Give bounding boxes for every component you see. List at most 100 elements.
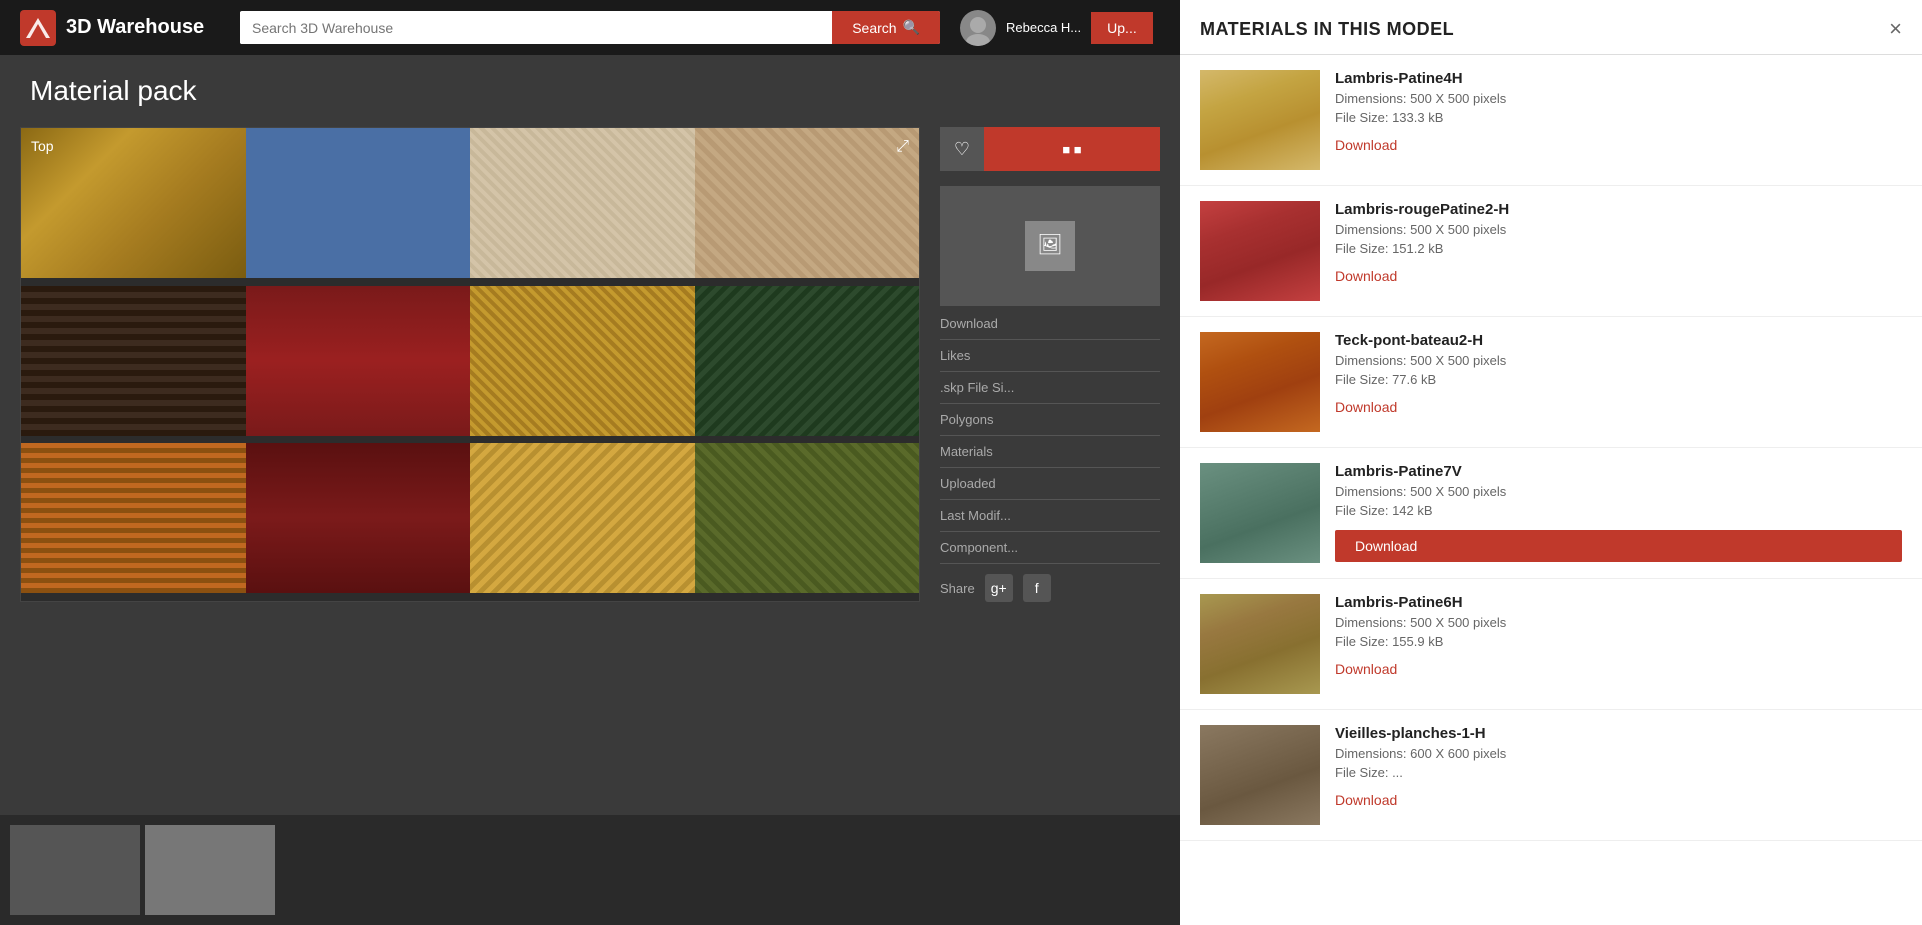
material-info-vieilles: Vieilles-planches-1-H Dimensions: 600 X … xyxy=(1335,725,1902,808)
materials-panel-header: MATERIALS IN THIS MODEL × xyxy=(1180,0,1922,55)
material-name-lambris4h: Lambris-Patine4H xyxy=(1335,70,1902,87)
material-size-teck: File Size: 77.6 kB xyxy=(1335,372,1902,387)
search-icon: 🔍 xyxy=(903,19,920,36)
material-thumb-lambris7v xyxy=(1200,463,1320,563)
components-stat-label: Component... xyxy=(940,540,1018,555)
main-content: Material pack Top ⤢ xyxy=(0,55,1180,925)
swatch-7[interactable] xyxy=(470,286,695,436)
material-item-lambris4h: Lambris-Patine4H Dimensions: 500 X 500 p… xyxy=(1180,55,1922,186)
materials-panel: MATERIALS IN THIS MODEL × Lambris-Patine… xyxy=(1180,0,1922,925)
material-dims-lambris7v: Dimensions: 500 X 500 pixels xyxy=(1335,484,1902,499)
download-button-lambris7v[interactable]: Download xyxy=(1335,530,1902,562)
material-name-lambris7v: Lambris-Patine7V xyxy=(1335,463,1902,480)
favorite-button[interactable]: ♡ xyxy=(940,127,984,171)
bottom-thumbnails xyxy=(0,815,1180,925)
material-dims-lambris4h: Dimensions: 500 X 500 pixels xyxy=(1335,91,1902,106)
stat-polygons: Polygons xyxy=(940,412,1160,436)
material-size-lambris7v: File Size: 142 kB xyxy=(1335,503,1902,518)
material-info-lambris4h: Lambris-Patine4H Dimensions: 500 X 500 p… xyxy=(1335,70,1902,153)
google-share-icon[interactable]: g+ xyxy=(985,574,1013,602)
share-row: Share g+ f xyxy=(940,574,1160,602)
material-item-lambris7v: Lambris-Patine7V Dimensions: 500 X 500 p… xyxy=(1180,448,1922,579)
expand-button[interactable]: ⤢ xyxy=(896,138,909,156)
close-materials-panel-button[interactable]: × xyxy=(1889,18,1902,40)
material-info-lambris-rouge: Lambris-rougePatine2-H Dimensions: 500 X… xyxy=(1335,201,1902,284)
uploaded-stat-label: Uploaded xyxy=(940,476,996,491)
material-size-lambris-rouge: File Size: 151.2 kB xyxy=(1335,241,1902,256)
user-name: Rebecca H... xyxy=(1006,20,1081,35)
model-viewer: Top ⤢ xyxy=(20,127,920,602)
logo-area: 3D Warehouse xyxy=(20,10,240,46)
swatch-11[interactable] xyxy=(470,443,695,593)
swatch-6[interactable] xyxy=(246,286,471,436)
material-info-lambris6h: Lambris-Patine6H Dimensions: 500 X 500 p… xyxy=(1335,594,1902,677)
sidebar-stats: Download Likes .skp File Si... Polygons … xyxy=(940,316,1160,564)
user-area: Rebecca H... Up... xyxy=(960,10,1153,46)
likes-stat-label: Likes xyxy=(940,348,970,363)
material-name-vieilles: Vieilles-planches-1-H xyxy=(1335,725,1902,742)
swatch-8[interactable] xyxy=(695,286,920,436)
materials-panel-title: MATERIALS IN THIS MODEL xyxy=(1200,19,1454,40)
swatch-2[interactable] xyxy=(246,128,471,278)
swatch-12[interactable] xyxy=(695,443,920,593)
upload-button[interactable]: Up... xyxy=(1091,12,1153,44)
material-thumb-teck xyxy=(1200,332,1320,432)
material-item-teck: Teck-pont-bateau2-H Dimensions: 500 X 50… xyxy=(1180,317,1922,448)
thumb-2[interactable] xyxy=(145,825,275,915)
viewer-label: Top xyxy=(31,138,54,154)
download-button-lambris4h[interactable]: Download xyxy=(1335,137,1902,153)
download-button-lambris-rouge[interactable]: Download xyxy=(1335,268,1902,284)
logo-text: 3D Warehouse xyxy=(66,16,204,39)
swatch-9[interactable] xyxy=(21,443,246,593)
last-modified-stat-label: Last Modif... xyxy=(940,508,1011,523)
thumb-1[interactable] xyxy=(10,825,140,915)
material-thumb-vieilles xyxy=(1200,725,1320,825)
swatch-10[interactable] xyxy=(246,443,471,593)
materials-stat-label: Materials xyxy=(940,444,993,459)
material-size-lambris4h: File Size: 133.3 kB xyxy=(1335,110,1902,125)
page-title: Material pack xyxy=(30,75,1150,107)
swatch-4[interactable] xyxy=(695,128,920,278)
material-item-lambris6h: Lambris-Patine6H Dimensions: 500 X 500 p… xyxy=(1180,579,1922,710)
download-button-teck[interactable]: Download xyxy=(1335,399,1902,415)
search-input[interactable] xyxy=(240,12,832,44)
material-name-lambris-rouge: Lambris-rougePatine2-H xyxy=(1335,201,1902,218)
stat-last-modified: Last Modif... xyxy=(940,508,1160,532)
download-button-lambris6h[interactable]: Download xyxy=(1335,661,1902,677)
material-item-lambris-rouge: Lambris-rougePatine2-H Dimensions: 500 X… xyxy=(1180,186,1922,317)
material-size-lambris6h: File Size: 155.9 kB xyxy=(1335,634,1902,649)
material-thumb-lambris-rouge xyxy=(1200,201,1320,301)
search-button[interactable]: Search 🔍 xyxy=(832,11,940,44)
sidebar-preview-image: 🖼 xyxy=(940,186,1160,306)
avatar xyxy=(960,10,996,46)
sidebar-panel: ♡ ■ ■ 🖼 Download Likes .skp File Si... xyxy=(940,127,1160,602)
material-name-lambris6h: Lambris-Patine6H xyxy=(1335,594,1902,611)
stat-likes: Likes xyxy=(940,348,1160,372)
stat-materials: Materials xyxy=(940,444,1160,468)
material-thumb-lambris4h xyxy=(1200,70,1320,170)
material-info-lambris7v: Lambris-Patine7V Dimensions: 500 X 500 p… xyxy=(1335,463,1902,562)
download-button-vieilles[interactable]: Download xyxy=(1335,792,1902,808)
material-dims-teck: Dimensions: 500 X 500 pixels xyxy=(1335,353,1902,368)
share-label: Share xyxy=(940,581,975,596)
logo-icon xyxy=(20,10,56,46)
material-name-teck: Teck-pont-bateau2-H xyxy=(1335,332,1902,349)
stat-components: Component... xyxy=(940,540,1160,564)
facebook-share-icon[interactable]: f xyxy=(1023,574,1051,602)
search-bar: Search 🔍 xyxy=(240,11,940,44)
polygons-stat-label: Polygons xyxy=(940,412,993,427)
swatch-1[interactable] xyxy=(21,128,246,278)
material-dims-lambris-rouge: Dimensions: 500 X 500 pixels xyxy=(1335,222,1902,237)
content-area: Top ⤢ ♡ xyxy=(0,117,1180,612)
material-info-teck: Teck-pont-bateau2-H Dimensions: 500 X 50… xyxy=(1335,332,1902,415)
material-dims-lambris6h: Dimensions: 500 X 500 pixels xyxy=(1335,615,1902,630)
sidebar-actions: ♡ ■ ■ xyxy=(940,127,1160,171)
material-item-vieilles: Vieilles-planches-1-H Dimensions: 600 X … xyxy=(1180,710,1922,841)
material-dims-vieilles: Dimensions: 600 X 600 pixels xyxy=(1335,746,1902,761)
swatch-3[interactable] xyxy=(470,128,695,278)
swatch-5[interactable] xyxy=(21,286,246,436)
sidebar-action-button[interactable]: ■ ■ xyxy=(984,127,1160,171)
materials-list[interactable]: Lambris-Patine4H Dimensions: 500 X 500 p… xyxy=(1180,55,1922,925)
svg-text:🖼: 🖼 xyxy=(1037,234,1062,256)
download-stat-label: Download xyxy=(940,316,998,331)
